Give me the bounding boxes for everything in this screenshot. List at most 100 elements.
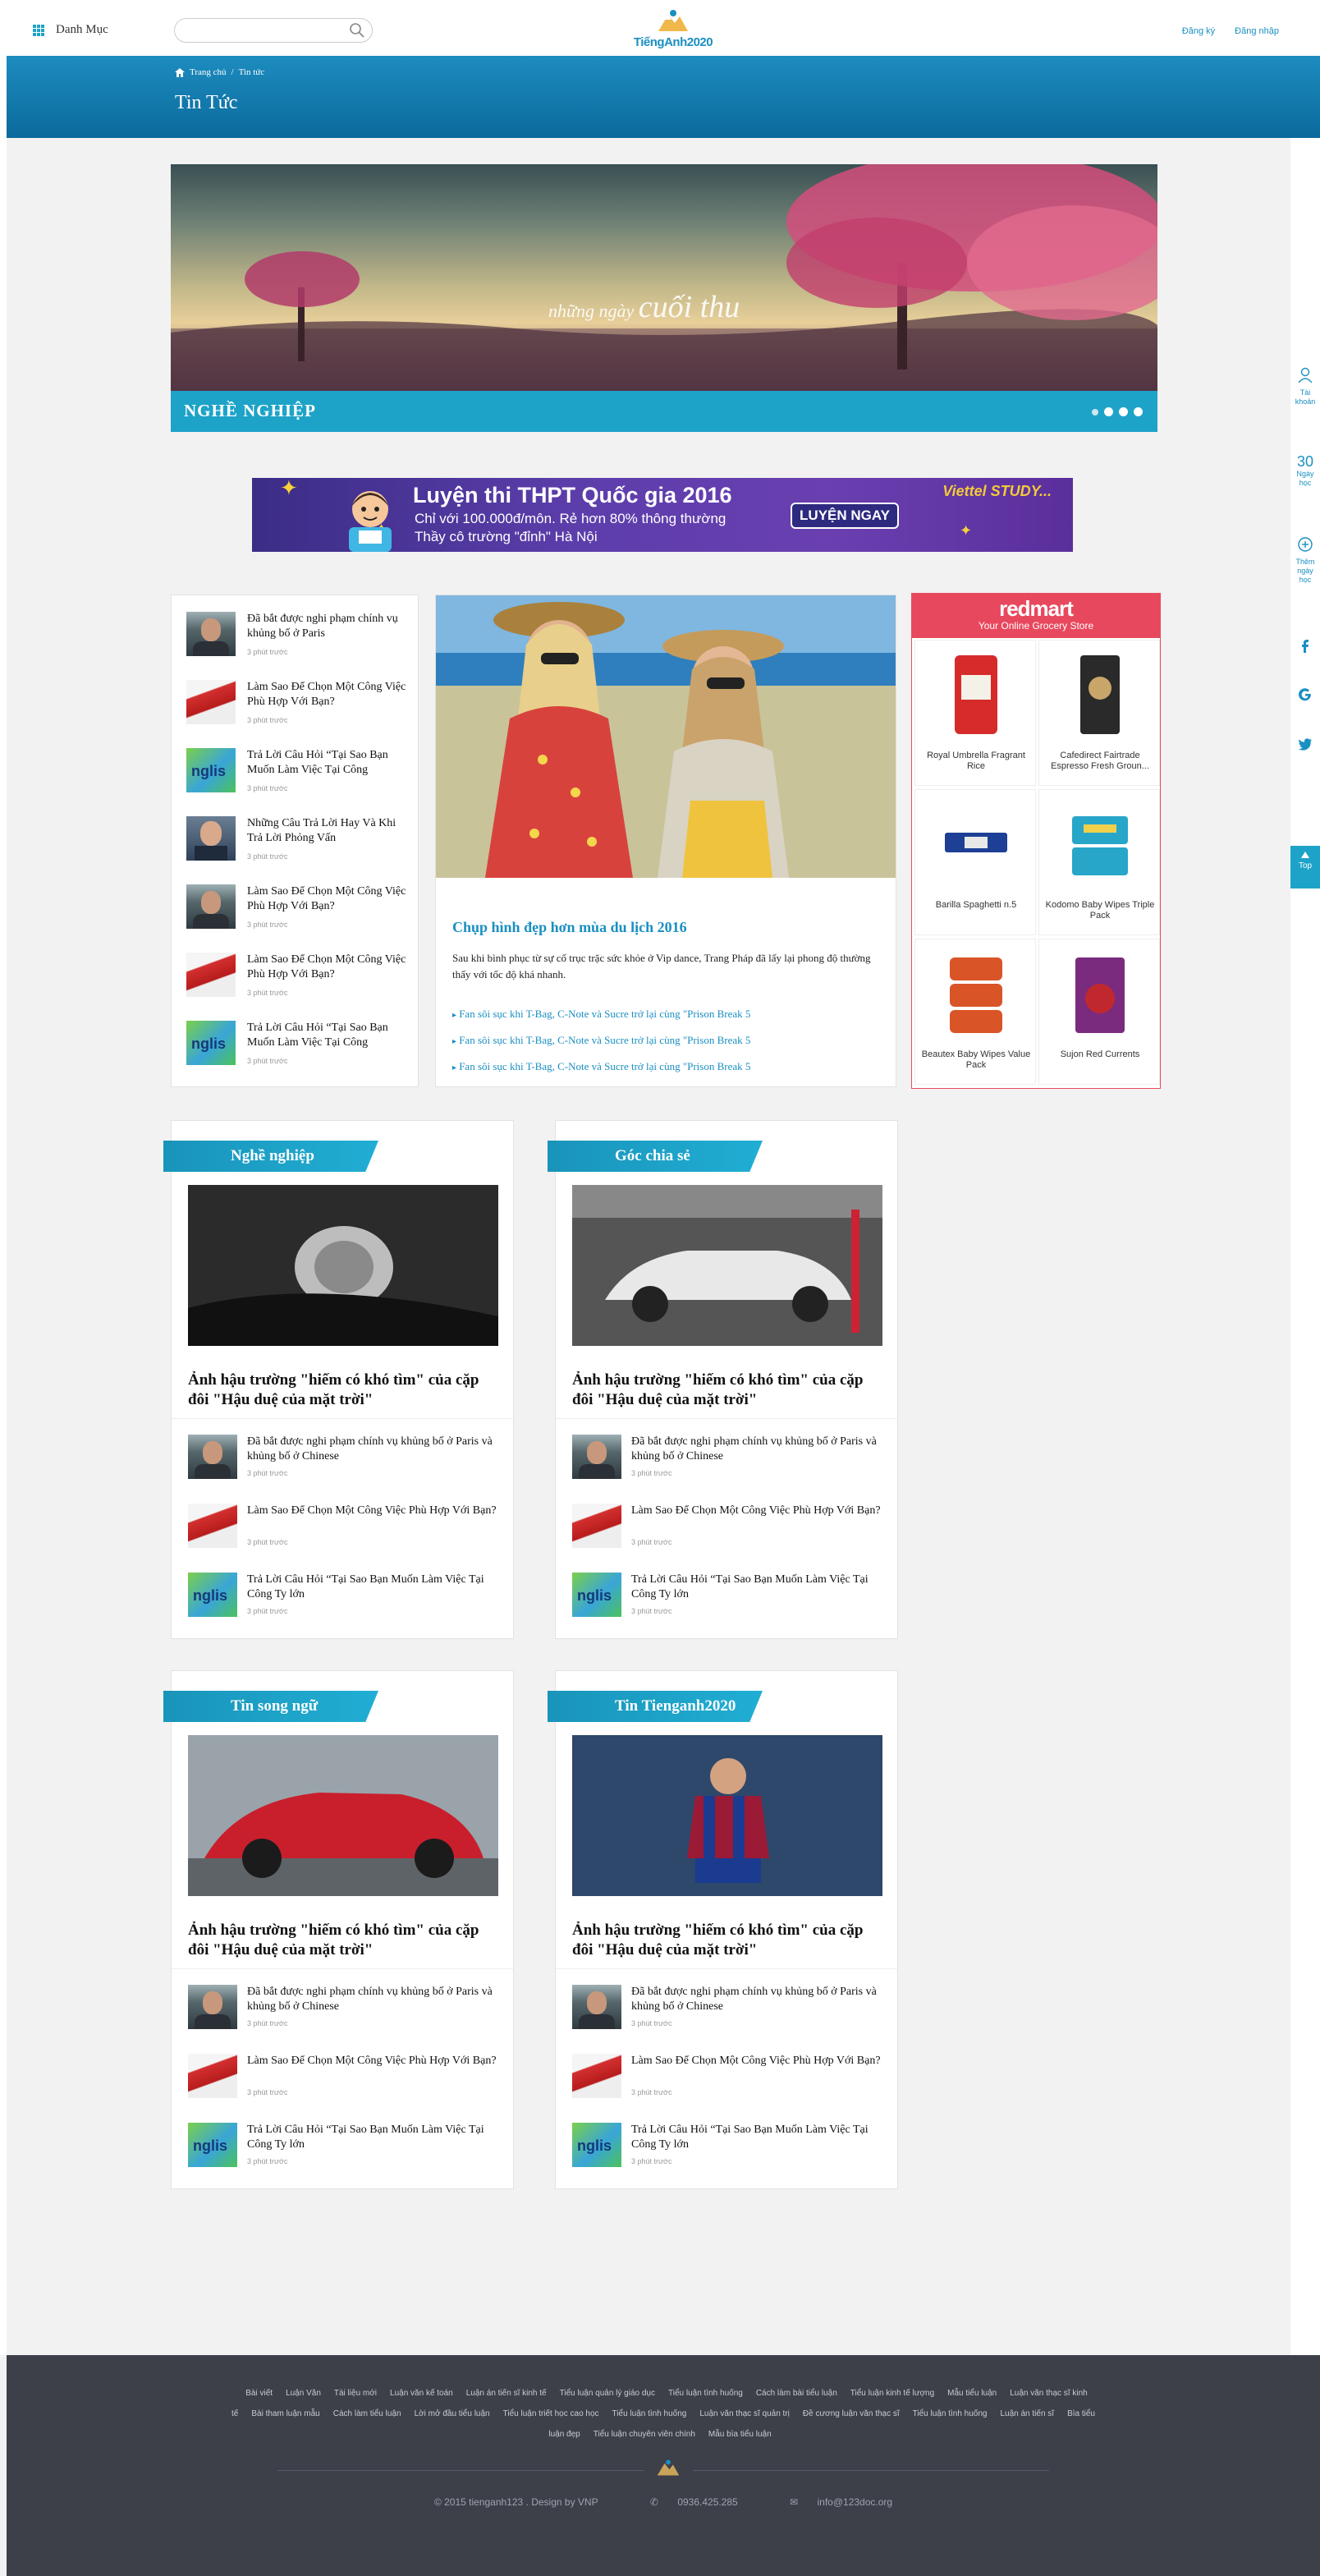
news-title[interactable]: Làm Sao Để Chọn Một Công Việc Phù Hợp Vớ…: [631, 2054, 884, 2069]
slider-dot[interactable]: [1104, 407, 1113, 416]
news-title[interactable]: Trả Lời Câu Hỏi “Tại Sao Bạn Muốn Làm Vi…: [631, 2123, 884, 2152]
card-thumbnail[interactable]: [188, 2054, 237, 2098]
english-thumbnail[interactable]: nglis: [186, 748, 236, 792]
english-thumbnail[interactable]: nglis: [572, 2123, 621, 2167]
register-link[interactable]: Đăng ký: [1182, 26, 1215, 36]
person-thumbnail[interactable]: [186, 884, 236, 929]
person-thumbnail[interactable]: [186, 612, 236, 656]
person-thumbnail[interactable]: [572, 1985, 621, 2029]
footer-link[interactable]: Tài liệu mới: [334, 2389, 377, 2398]
slider-dot[interactable]: [1119, 407, 1128, 416]
category-tab[interactable]: Tin song ngữ: [163, 1691, 378, 1722]
featured-title[interactable]: Chụp hình đẹp hơn mùa du lịch 2016: [452, 919, 687, 936]
back-to-top-button[interactable]: Top: [1290, 846, 1320, 889]
product-tile[interactable]: Royal Umbrella Fragrant Rice: [914, 640, 1036, 786]
category-news-item[interactable]: Làm Sao Để Chọn Một Công Việc Phù Hợp Vớ…: [188, 2054, 500, 2119]
footer-link[interactable]: Luận văn kế toán: [390, 2389, 453, 2398]
news-title[interactable]: Đã bắt được nghi phạm chính vụ khủng bố …: [631, 1435, 884, 1464]
news-title[interactable]: Đã bắt được nghi phạm chính vụ khủng bố …: [247, 1985, 500, 2014]
person-thumbnail[interactable]: [572, 1435, 621, 1479]
person-thumbnail[interactable]: [188, 1985, 237, 2029]
footer-link[interactable]: Tiểu luận kinh tế lượng: [850, 2389, 934, 2398]
person-thumbnail[interactable]: [186, 816, 236, 861]
card-thumbnail[interactable]: [186, 680, 236, 724]
category-news-item[interactable]: Đã bắt được nghi phạm chính vụ khủng bố …: [572, 1435, 884, 1500]
english-thumbnail[interactable]: nglis: [572, 1573, 621, 1617]
featured-article[interactable]: Chụp hình đẹp hơn mùa du lịch 2016 Sau k…: [435, 595, 896, 1087]
news-title[interactable]: Làm Sao Để Chọn Một Công Việc Phù Hợp Vớ…: [247, 884, 408, 914]
login-link[interactable]: Đăng nhập: [1235, 26, 1279, 36]
days-rail-item[interactable]: 30 Ngày học: [1290, 453, 1320, 488]
news-list-item[interactable]: nglis Trả Lời Câu Hỏi “Tại Sao Bạn Muốn L…: [186, 748, 408, 812]
product-tile[interactable]: Barilla Spaghetti n.5: [914, 789, 1036, 935]
related-link[interactable]: Fan sôi sục khi T-Bag, C-Note và Sucre t…: [452, 1034, 750, 1047]
footer-link[interactable]: Bài viết: [245, 2389, 273, 2398]
footer-link[interactable]: Mẫu bìa tiểu luận: [708, 2430, 772, 2439]
ad-cta-button[interactable]: LUYỆN NGAY: [791, 503, 899, 529]
category-news-item[interactable]: Làm Sao Để Chọn Một Công Việc Phù Hợp Vớ…: [572, 1504, 884, 1569]
category-image[interactable]: [572, 1735, 882, 1896]
redmart-ad[interactable]: redmart Your Online Grocery Store Royal …: [911, 593, 1161, 1089]
english-thumbnail[interactable]: nglis: [188, 1573, 237, 1617]
category-tab[interactable]: Góc chia sẻ: [548, 1141, 763, 1172]
category-image[interactable]: [188, 1735, 498, 1896]
product-tile[interactable]: Sujon Red Currents: [1038, 939, 1160, 1085]
news-list-item[interactable]: Đã bắt được nghi phạm chính vụ khủng bố …: [186, 612, 408, 676]
category-image[interactable]: [572, 1185, 882, 1346]
home-icon[interactable]: [175, 67, 185, 77]
card-thumbnail[interactable]: [186, 953, 236, 997]
facebook-icon[interactable]: [1297, 637, 1313, 654]
search-box[interactable]: [174, 18, 373, 43]
news-list-item[interactable]: Làm Sao Để Chọn Một Công Việc Phù Hợp Vớ…: [186, 680, 408, 744]
news-list-item[interactable]: Làm Sao Để Chọn Một Công Việc Phù Hợp Vớ…: [186, 953, 408, 1017]
news-title[interactable]: Trả Lời Câu Hỏi “Tại Sao Bạn Muốn Làm Vi…: [247, 2123, 500, 2152]
footer-link[interactable]: Tiểu luận tình huống: [668, 2389, 743, 2398]
add-days-rail-item[interactable]: Thêm ngày học: [1290, 535, 1320, 585]
footer-link[interactable]: Luận án tiến sĩ: [1000, 2409, 1054, 2418]
news-title[interactable]: Đã bắt được nghi phạm chính vụ khủng bố …: [631, 1985, 884, 2014]
news-title[interactable]: Làm Sao Để Chọn Một Công Việc Phù Hợp Vớ…: [247, 1504, 500, 1518]
category-news-item[interactable]: Đã bắt được nghi phạm chính vụ khủng bố …: [572, 1985, 884, 2050]
footer-link[interactable]: Lời mở đầu tiểu luận: [415, 2409, 490, 2418]
news-list-item[interactable]: nglis Trả Lời Câu Hỏi “Tại Sao Bạn Muốn L…: [186, 1021, 408, 1085]
footer-link[interactable]: Tiểu luận tình huống: [913, 2409, 988, 2418]
english-thumbnail[interactable]: nglis: [186, 1021, 236, 1065]
related-link[interactable]: Fan sôi sục khi T-Bag, C-Note và Sucre t…: [452, 1060, 750, 1073]
news-title[interactable]: Làm Sao Để Chọn Một Công Việc Phù Hợp Vớ…: [247, 2054, 500, 2069]
slider-dot[interactable]: [1134, 407, 1143, 416]
card-thumbnail[interactable]: [572, 2054, 621, 2098]
footer-link[interactable]: Mẫu tiểu luận: [947, 2389, 997, 2398]
hero-slider[interactable]: những ngày cuối thu NGHỀ NGHIỆP: [171, 164, 1157, 432]
news-list-item[interactable]: Những Câu Trả Lời Hay Và Khi Trả Lời Phỏ…: [186, 816, 408, 880]
google-icon[interactable]: [1297, 686, 1313, 703]
related-link[interactable]: Fan sôi sục khi T-Bag, C-Note và Sucre t…: [452, 1008, 750, 1021]
category-news-item[interactable]: nglis Trả Lời Câu Hỏi “Tại Sao Bạn Muốn L…: [572, 2123, 884, 2188]
featured-image[interactable]: [436, 595, 896, 878]
news-title[interactable]: Trả Lời Câu Hỏi “Tại Sao Bạn Muốn Làm Vi…: [247, 1021, 408, 1050]
footer-link[interactable]: Cách làm bài tiểu luận: [756, 2389, 837, 2398]
footer-link[interactable]: Cách làm tiểu luận: [333, 2409, 401, 2418]
footer-link[interactable]: Bài tham luận mẫu: [251, 2409, 319, 2418]
category-news-item[interactable]: Đã bắt được nghi phạm chính vụ khủng bố …: [188, 1435, 500, 1500]
english-thumbnail[interactable]: nglis: [188, 2123, 237, 2167]
footer-link[interactable]: Tiểu luận tình huống: [612, 2409, 687, 2418]
category-tab[interactable]: Nghề nghiệp: [163, 1141, 378, 1172]
category-headline[interactable]: Ảnh hậu trường "hiếm có khó tìm" của cặp…: [188, 1921, 500, 1960]
news-list-item[interactable]: Làm Sao Để Chọn Một Công Việc Phù Hợp Vớ…: [186, 884, 408, 948]
news-title[interactable]: Trả Lời Câu Hỏi “Tại Sao Bạn Muốn Làm Vi…: [247, 1573, 500, 1602]
footer-link[interactable]: Tiểu luận chuyên viên chính: [594, 2430, 695, 2439]
site-logo[interactable]: TiếngAnh2020: [632, 8, 714, 53]
category-news-item[interactable]: nglis Trả Lời Câu Hỏi “Tại Sao Bạn Muốn L…: [572, 1573, 884, 1638]
footer-link[interactable]: Đề cương luận văn thạc sĩ: [803, 2409, 900, 2418]
footer-link[interactable]: Luận văn thạc sĩ quản trị: [699, 2409, 790, 2418]
card-thumbnail[interactable]: [188, 1504, 237, 1548]
twitter-icon[interactable]: [1297, 736, 1313, 752]
card-thumbnail[interactable]: [572, 1504, 621, 1548]
category-headline[interactable]: Ảnh hậu trường "hiếm có khó tìm" của cặp…: [572, 1371, 884, 1410]
category-headline[interactable]: Ảnh hậu trường "hiếm có khó tìm" của cặp…: [572, 1921, 884, 1960]
account-rail-item[interactable]: Tài khoản: [1290, 366, 1320, 406]
news-title[interactable]: Đã bắt được nghi phạm chính vụ khủng bố …: [247, 612, 408, 641]
footer-logo[interactable]: [644, 2459, 693, 2485]
category-news-item[interactable]: nglis Trả Lời Câu Hỏi “Tại Sao Bạn Muốn L…: [188, 1573, 500, 1638]
category-tab[interactable]: Tin Tienganh2020: [548, 1691, 763, 1722]
